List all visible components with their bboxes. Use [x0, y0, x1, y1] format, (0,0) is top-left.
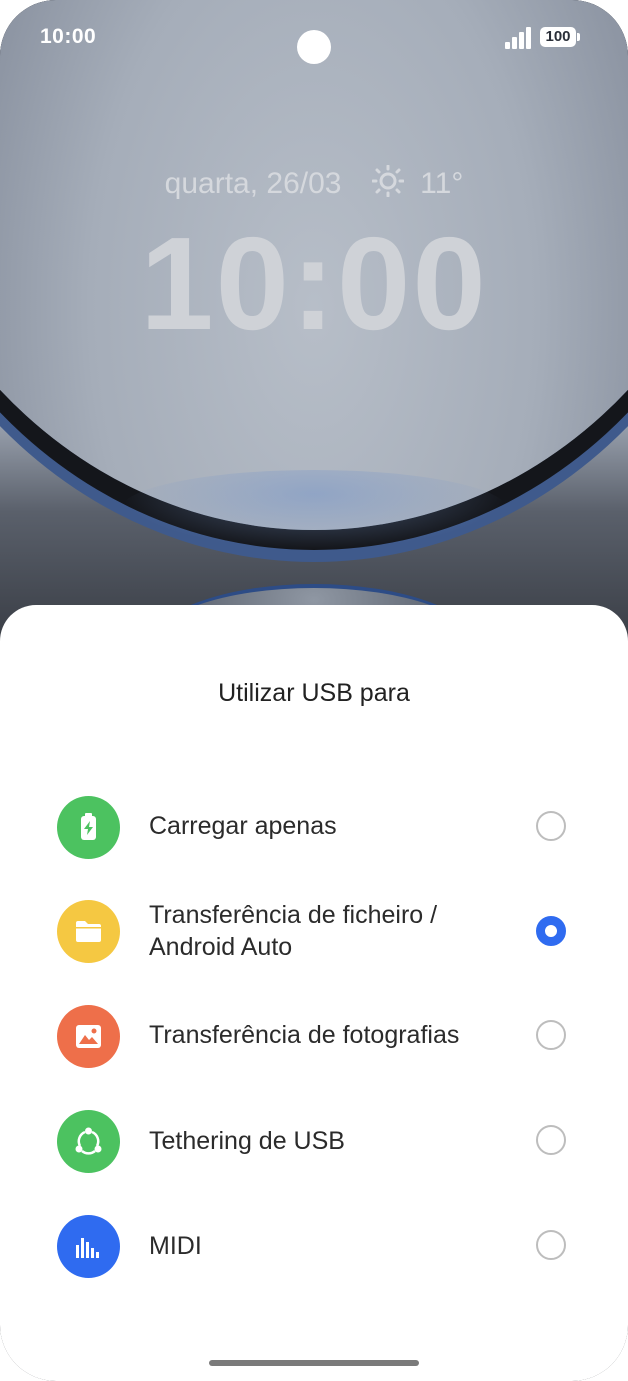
- lockscreen-date: quarta, 26/03: [164, 167, 342, 200]
- lockscreen-clock: 10:00: [140, 210, 488, 357]
- phone-screen: 10:00 100 quarta, 26/03 11° 10:00 Utiliz…: [0, 0, 628, 1381]
- option-midi[interactable]: MIDI: [0, 1214, 628, 1304]
- status-bar: 10:00 100: [0, 0, 628, 80]
- option-label: Carregar apenas: [149, 812, 337, 840]
- option-usb-tethering[interactable]: Tethering de USB: [0, 1109, 628, 1199]
- option-label: MIDI: [149, 1232, 202, 1260]
- share-network-icon: [57, 1110, 120, 1173]
- option-charge-only[interactable]: Carregar apenas: [0, 793, 628, 883]
- radio-file-transfer[interactable]: [536, 916, 566, 946]
- signal-icon: [505, 27, 533, 49]
- option-file-transfer[interactable]: Transferência de ficheiro / Android Auto: [0, 899, 628, 989]
- equalizer-icon: [57, 1215, 120, 1278]
- battery-charge-icon: [57, 796, 120, 859]
- sun-icon: [371, 164, 405, 205]
- radio-usb-tethering[interactable]: [536, 1125, 566, 1155]
- folder-icon: [57, 900, 120, 963]
- image-icon: [57, 1005, 120, 1068]
- usb-options-sheet: Utilizar USB para Carregar apenas Transf…: [0, 605, 628, 1381]
- status-time: 10:00: [40, 25, 97, 48]
- front-camera: [297, 30, 331, 64]
- radio-midi[interactable]: [536, 1230, 566, 1260]
- temperature: 11°: [420, 167, 464, 200]
- option-label: Transferência de ficheiro / Android Auto: [149, 901, 438, 961]
- option-label: Tethering de USB: [149, 1127, 345, 1155]
- wallpaper-shine: [120, 470, 508, 550]
- option-photo-transfer[interactable]: Transferência de fotografias: [0, 1003, 628, 1093]
- radio-photo-transfer[interactable]: [536, 1020, 566, 1050]
- option-label: Transferência de fotografias: [149, 1021, 460, 1049]
- home-indicator[interactable]: [209, 1360, 419, 1366]
- battery-icon: 100: [540, 27, 580, 47]
- sheet-title: Utilizar USB para: [218, 679, 410, 707]
- radio-charge-only[interactable]: [536, 811, 566, 841]
- lockscreen-date-row: quarta, 26/03 11°: [0, 164, 628, 205]
